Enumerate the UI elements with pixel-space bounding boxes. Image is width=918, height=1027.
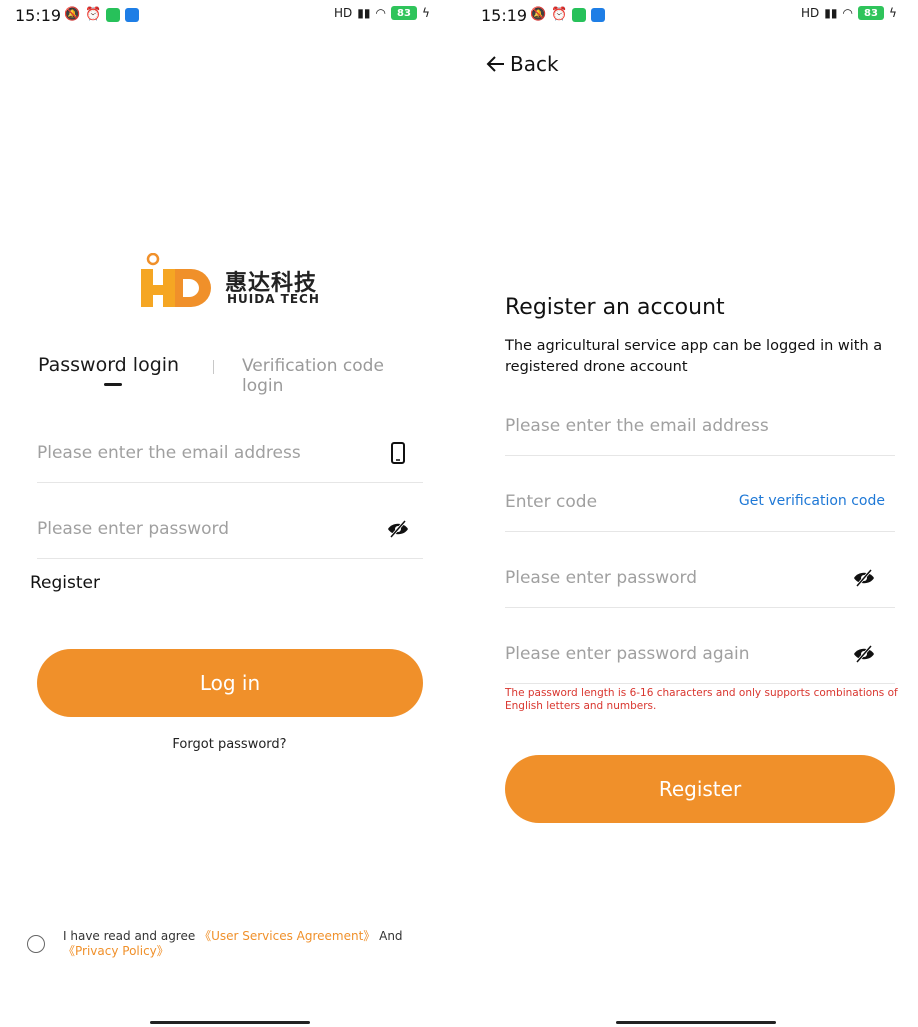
app-notification-icon <box>106 8 121 22</box>
eye-off-icon[interactable] <box>853 567 875 589</box>
wifi-icon: ◠ <box>842 6 853 20</box>
alarm-off-icon: 🔕 <box>530 7 547 22</box>
email-input[interactable] <box>37 438 357 468</box>
page-title: Register an account <box>505 295 725 320</box>
battery-icon: 83 <box>857 6 884 20</box>
home-indicator[interactable] <box>150 1021 310 1024</box>
charging-icon: ϟ <box>421 6 430 20</box>
logo-english-text: HUIDA TECH <box>227 292 320 306</box>
charging-icon: ϟ <box>888 6 897 20</box>
tab-active-indicator <box>104 383 122 386</box>
get-verification-code-button[interactable]: Get verification code <box>739 493 885 509</box>
login-button[interactable]: Log in <box>37 649 423 717</box>
code-input[interactable] <box>505 487 705 517</box>
agreement-text: I have read and agree 《User Services Agr… <box>63 929 443 959</box>
status-left-icons: 🔕 ⏰ <box>64 7 140 23</box>
email-input[interactable] <box>505 411 825 441</box>
agreement-row: I have read and agree 《User Services Agr… <box>27 929 447 969</box>
password-hint: The password length is 6-16 characters a… <box>505 687 898 712</box>
signal-label: HD <box>334 6 353 20</box>
hd-logo-icon <box>141 253 211 307</box>
huida-logo: 惠达科技 HUIDA TECH <box>139 245 329 315</box>
forgot-password-link[interactable]: Forgot password? <box>0 737 459 752</box>
password-input[interactable] <box>505 563 825 593</box>
password-input[interactable] <box>37 514 357 544</box>
agree-prefix: I have read and agree <box>63 929 200 943</box>
app-notification-icon <box>125 8 140 22</box>
register-screen: 15:19 🔕 ⏰ HD ▮▮ ◠ 83 ϟ Back Register an … <box>459 0 918 1027</box>
login-screen: 15:19 🔕 ⏰ HD ▮▮ ◠ 83 ϟ 惠达科技 HUIDA TECH P… <box>0 0 459 1027</box>
tab-verification-code-login[interactable]: Verification code login <box>242 356 423 396</box>
agree-radio[interactable] <box>27 935 45 953</box>
signal-label: HD <box>801 6 820 20</box>
register-button[interactable]: Register <box>505 755 895 823</box>
status-time: 15:19 <box>481 6 528 25</box>
tab-password-login[interactable]: Password login <box>38 354 179 376</box>
password-field-row <box>505 549 895 608</box>
alarm-icon: ⏰ <box>551 7 568 22</box>
email-field-row <box>37 424 423 483</box>
eye-off-icon[interactable] <box>387 518 409 540</box>
alarm-icon: ⏰ <box>85 7 102 22</box>
alarm-off-icon: 🔕 <box>64 7 81 22</box>
phone-icon[interactable] <box>387 442 409 464</box>
code-field-row: Get verification code <box>505 473 895 532</box>
privacy-policy-link[interactable]: 《Privacy Policy》 <box>63 944 169 958</box>
eye-off-icon[interactable] <box>853 643 875 665</box>
app-notification-icon <box>572 8 587 22</box>
signal-icon: ▮▮ <box>824 6 838 20</box>
email-field-row <box>505 397 895 456</box>
signal-icon: ▮▮ <box>357 6 371 20</box>
login-tabs: Password login Verification code login <box>38 354 423 396</box>
tab-divider <box>213 360 214 374</box>
page-subtitle: The agricultural service app can be logg… <box>505 338 883 375</box>
password-again-field-row <box>505 625 895 684</box>
register-link[interactable]: Register <box>30 573 100 593</box>
status-bar: 15:19 🔕 ⏰ HD ▮▮ ◠ 83 ϟ <box>0 0 459 34</box>
status-time: 15:19 <box>15 6 62 25</box>
password-field-row <box>37 500 423 559</box>
status-bar: 15:19 🔕 ⏰ HD ▮▮ ◠ 83 ϟ <box>459 0 918 34</box>
password-again-input[interactable] <box>505 639 825 669</box>
status-right-icons: HD ▮▮ ◠ 83 ϟ <box>334 6 430 20</box>
wifi-icon: ◠ <box>375 6 386 20</box>
back-arrow-icon <box>486 56 504 72</box>
battery-icon: 83 <box>390 6 417 20</box>
app-notification-icon <box>591 8 606 22</box>
status-right-icons: HD ▮▮ ◠ 83 ϟ <box>801 6 897 20</box>
agree-and: And <box>375 929 403 943</box>
home-indicator[interactable] <box>616 1021 776 1024</box>
status-left-icons: 🔕 ⏰ <box>530 7 606 23</box>
back-button[interactable]: Back <box>486 52 559 76</box>
back-label: Back <box>510 52 559 76</box>
user-agreement-link[interactable]: 《User Services Agreement》 <box>199 929 375 943</box>
